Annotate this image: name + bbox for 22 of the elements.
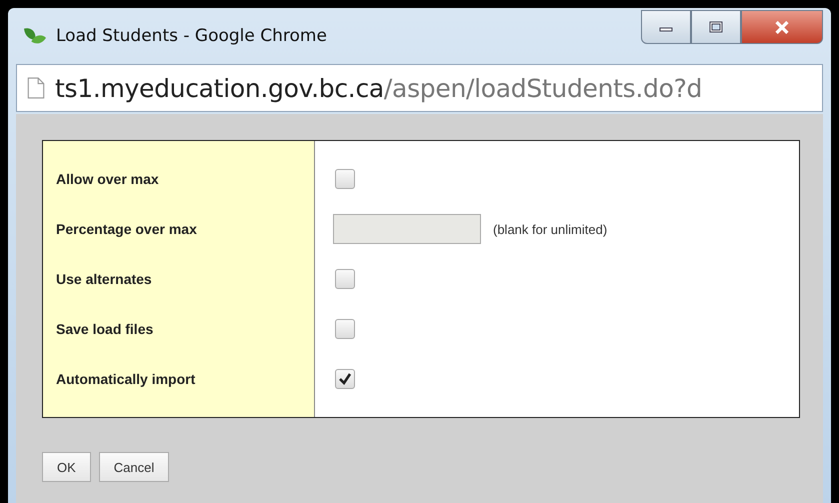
input-field[interactable]	[333, 214, 481, 244]
checkbox[interactable]	[335, 269, 355, 289]
cancel-button[interactable]: Cancel	[98, 452, 170, 482]
close-button[interactable]	[741, 10, 823, 44]
field-label: Automatically import	[56, 371, 196, 387]
maximize-button[interactable]	[691, 10, 741, 44]
checkbox[interactable]	[335, 169, 355, 189]
close-icon	[774, 20, 790, 34]
checkbox[interactable]	[335, 369, 355, 389]
address-bar[interactable]: ts1.myeducation.gov.bc.ca/aspen/loadStudents.do?d	[16, 64, 823, 112]
field-label: Save load files	[56, 321, 154, 337]
ok-button[interactable]: OK	[42, 452, 91, 482]
checkbox[interactable]	[335, 319, 355, 339]
window-title: Load Students - Google Chrome	[56, 26, 328, 46]
page-icon	[27, 77, 45, 99]
field-label: Allow over max	[56, 171, 159, 187]
hint-text: (blank for unlimited)	[493, 222, 608, 236]
field-label: Percentage over max	[56, 221, 197, 237]
maximize-icon	[709, 21, 723, 33]
minimize-button[interactable]	[641, 10, 691, 44]
field-label: Use alternates	[56, 271, 152, 287]
url-text: ts1.myeducation.gov.bc.ca/aspen/loadStudents.do?d	[55, 74, 702, 102]
